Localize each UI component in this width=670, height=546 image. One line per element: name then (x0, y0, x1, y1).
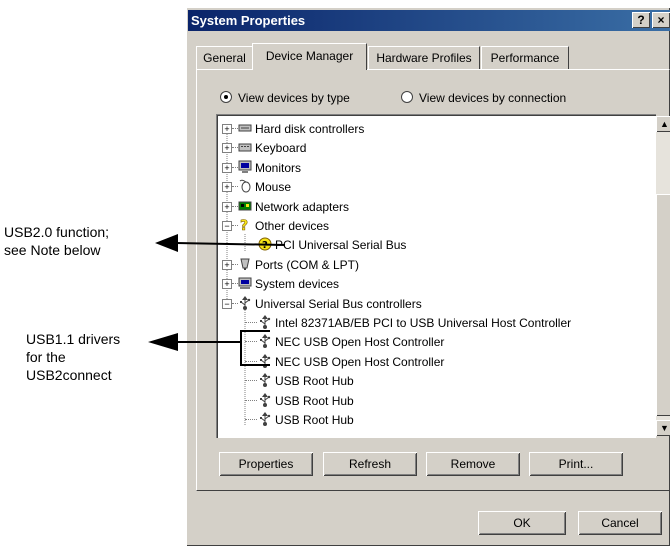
scroll-down-button[interactable]: ▼ (656, 420, 670, 436)
ok-button[interactable]: OK (478, 511, 566, 535)
usb-icon (258, 334, 272, 349)
tree-item[interactable]: NEC USB Open Host Controller (216, 334, 654, 350)
annotation-usb2: USB2.0 function; see Note below (4, 223, 109, 259)
tree-connector (245, 322, 257, 323)
disk-controller-icon (238, 121, 252, 135)
radio-selected-icon (220, 91, 232, 103)
radio-unselected-icon (401, 91, 413, 103)
tree-connector (245, 244, 257, 246)
expand-icon[interactable]: + (222, 143, 232, 154)
usb-icon (258, 412, 272, 426)
tree-item[interactable]: USB Root Hub (216, 373, 654, 389)
usb-icon (258, 392, 272, 407)
tree-item[interactable]: USB Root Hub (216, 392, 654, 409)
tree-item[interactable]: − Universal Serial Bus controllers (216, 295, 654, 312)
vertical-scrollbar[interactable]: ▲ ▼ (656, 116, 670, 436)
tree-item-label: NEC USB Open Host Controller (275, 335, 445, 350)
unknown-device-icon: ? (258, 237, 272, 251)
tree-item[interactable]: + Network adapters (216, 199, 654, 215)
expand-icon[interactable]: + (222, 182, 232, 193)
help-button[interactable]: ? (632, 12, 650, 28)
usb-icon (258, 373, 272, 388)
annotation-usb2-line1: USB2.0 function; (4, 224, 110, 240)
tree-item-label: Keyboard (255, 141, 307, 156)
annotation-usb11-line1: USB1.1 drivers (26, 331, 121, 347)
tree-item-label: System devices (255, 277, 340, 292)
tab-general[interactable]: General (196, 46, 253, 69)
print-button[interactable]: Print... (529, 452, 623, 476)
tree-item-label: Intel 82371AB/EB PCI to USB Universal Ho… (275, 316, 572, 330)
tree-item[interactable]: ? PCI Universal Serial Bus (216, 237, 654, 253)
tab-hardware-profiles[interactable]: Hardware Profiles (368, 46, 480, 69)
tree-item[interactable]: + Ports (COM & LPT) (216, 257, 654, 273)
tree-item-label: PCI Universal Serial Bus (275, 238, 407, 253)
view-by-connection-radio[interactable]: View devices by connection (401, 91, 566, 105)
tree-item-label: Other devices (255, 219, 330, 233)
tree-connector (245, 341, 257, 343)
refresh-button[interactable]: Refresh (323, 452, 417, 476)
tab-performance[interactable]: Performance (481, 46, 569, 69)
tree-connector (245, 419, 257, 420)
expand-icon[interactable]: + (222, 279, 232, 290)
tree-item[interactable]: USB Root Hub (216, 412, 654, 428)
svg-text:?: ? (262, 240, 268, 251)
remove-button[interactable]: Remove (426, 452, 520, 476)
view-by-type-radio[interactable]: View devices by type (220, 91, 350, 105)
title-bar: System Properties (188, 10, 670, 31)
tree-connector (245, 399, 257, 401)
mouse-icon (238, 179, 252, 193)
tree-item[interactable]: + Monitors (216, 160, 654, 176)
keyboard-icon (238, 140, 252, 154)
annotation-usb2-line2: see Note below (4, 242, 101, 258)
system-device-icon (238, 276, 252, 290)
usb-icon (258, 353, 272, 368)
annotation-usb11-line3: USB2connect (26, 367, 112, 383)
tree-item-label: Network adapters (255, 199, 350, 214)
port-icon (238, 257, 252, 271)
tree-item-label: USB Root Hub (275, 393, 354, 408)
tree-item[interactable]: −? Other devices (216, 218, 654, 234)
tree-item[interactable]: Intel 82371AB/EB PCI to USB Universal Ho… (216, 315, 654, 331)
properties-button[interactable]: Properties (219, 452, 313, 476)
tree-connector (245, 360, 257, 362)
tree-item[interactable]: + Keyboard (216, 140, 654, 156)
svg-text:?: ? (240, 218, 248, 232)
tree-item[interactable]: + System devices (216, 276, 654, 292)
annotation-usb11-line2: for the (26, 349, 66, 365)
usb-icon (258, 315, 272, 329)
tree-item-label: Mouse (255, 180, 292, 195)
expand-icon[interactable]: + (222, 259, 232, 270)
view-by-connection-label: View devices by connection (419, 91, 567, 105)
close-button[interactable]: × (652, 12, 670, 28)
tree-item-label: USB Root Hub (275, 413, 354, 427)
expand-icon[interactable]: + (222, 124, 232, 134)
tree-item-label: Universal Serial Bus controllers (255, 296, 422, 311)
expand-icon[interactable]: + (222, 162, 232, 173)
view-by-type-label: View devices by type (238, 91, 350, 105)
tree-item-label: USB Root Hub (275, 374, 354, 389)
usb-icon (238, 295, 252, 310)
tree-item-label: Ports (COM & LPT) (255, 257, 360, 272)
tree-item[interactable]: + Mouse (216, 179, 654, 195)
system-properties-dialog: System Properties ? × General Device Man… (186, 7, 670, 546)
collapse-icon[interactable]: − (222, 298, 232, 309)
question-icon: ? (238, 218, 252, 235)
tree-item[interactable]: + Hard disk controllers (216, 121, 654, 137)
collapse-icon[interactable]: − (222, 221, 232, 231)
tree-item[interactable]: NEC USB Open Host Controller (216, 353, 654, 370)
scroll-up-button[interactable]: ▲ (656, 116, 670, 132)
tree-item-label: Monitors (255, 160, 302, 175)
tree-item-label: Hard disk controllers (255, 122, 365, 136)
window-title: System Properties (191, 13, 306, 28)
scroll-thumb[interactable] (656, 194, 670, 416)
monitor-icon (238, 160, 252, 174)
tree-connector (245, 380, 257, 382)
network-adapter-icon (238, 199, 252, 213)
tab-device-manager[interactable]: Device Manager (252, 43, 367, 70)
cancel-button[interactable]: Cancel (578, 511, 662, 535)
annotation-usb11: USB1.1 drivers for the USB2connect (26, 330, 120, 384)
device-tree[interactable]: + Hard disk controllers + Keyboard + Monitors… (216, 114, 670, 438)
tree-item-label: NEC USB Open Host Controller (275, 354, 445, 369)
expand-icon[interactable]: + (222, 201, 232, 212)
